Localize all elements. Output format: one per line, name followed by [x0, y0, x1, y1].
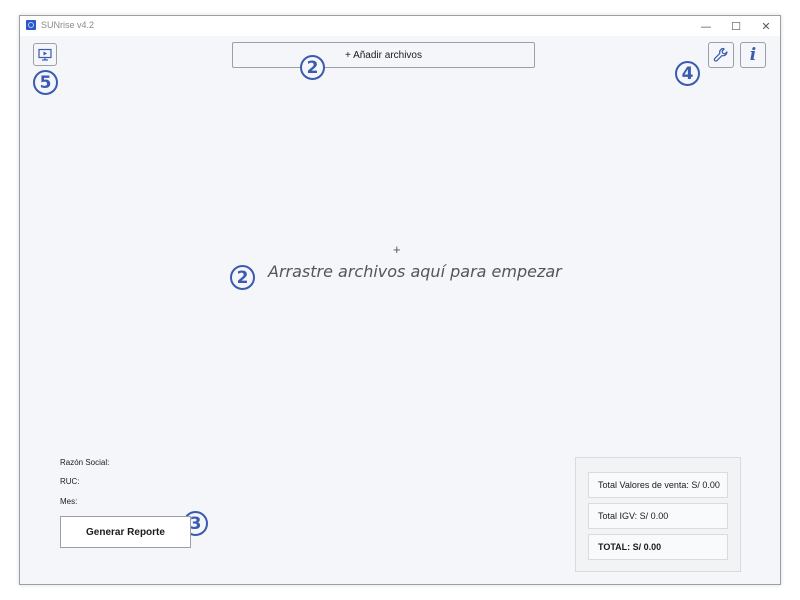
display-button[interactable] [33, 43, 57, 66]
presentation-icon [38, 48, 52, 61]
total-amount: TOTAL: S/ 0.00 [588, 534, 728, 560]
info-icon: i [749, 45, 757, 65]
title-bar: SUNrise v4.2 — ☐ ✕ [20, 16, 780, 36]
window-title: SUNrise v4.2 [41, 20, 95, 30]
wrench-icon [713, 47, 728, 62]
ruc-label: RUC: [60, 477, 80, 486]
total-igv: Total IGV: S/ 0.00 [588, 503, 728, 529]
settings-button[interactable] [708, 42, 734, 68]
mes-label: Mes: [60, 497, 78, 506]
generate-report-button[interactable]: Generar Reporte [60, 516, 191, 548]
drop-zone-text: Arrastre archivos aquí para empezar [268, 262, 562, 281]
razon-social-label: Razón Social: [60, 458, 110, 467]
app-window: SUNrise v4.2 — ☐ ✕ + Añadir archivos i 5… [19, 15, 781, 585]
info-button[interactable]: i [740, 42, 766, 68]
totals-panel: Total Valores de venta: S/ 0.00 Total IG… [575, 457, 741, 572]
drop-zone[interactable]: + Arrastre archivos aquí para empezar [20, 76, 780, 436]
maximize-button[interactable]: ☐ [721, 16, 751, 36]
close-button[interactable]: ✕ [751, 16, 781, 36]
add-files-button[interactable]: + Añadir archivos [232, 42, 535, 68]
minimize-button[interactable]: — [691, 16, 721, 36]
sunrise-app-icon [26, 20, 36, 30]
total-valores-venta: Total Valores de venta: S/ 0.00 [588, 472, 728, 498]
drop-plus-icon: + [393, 242, 401, 257]
